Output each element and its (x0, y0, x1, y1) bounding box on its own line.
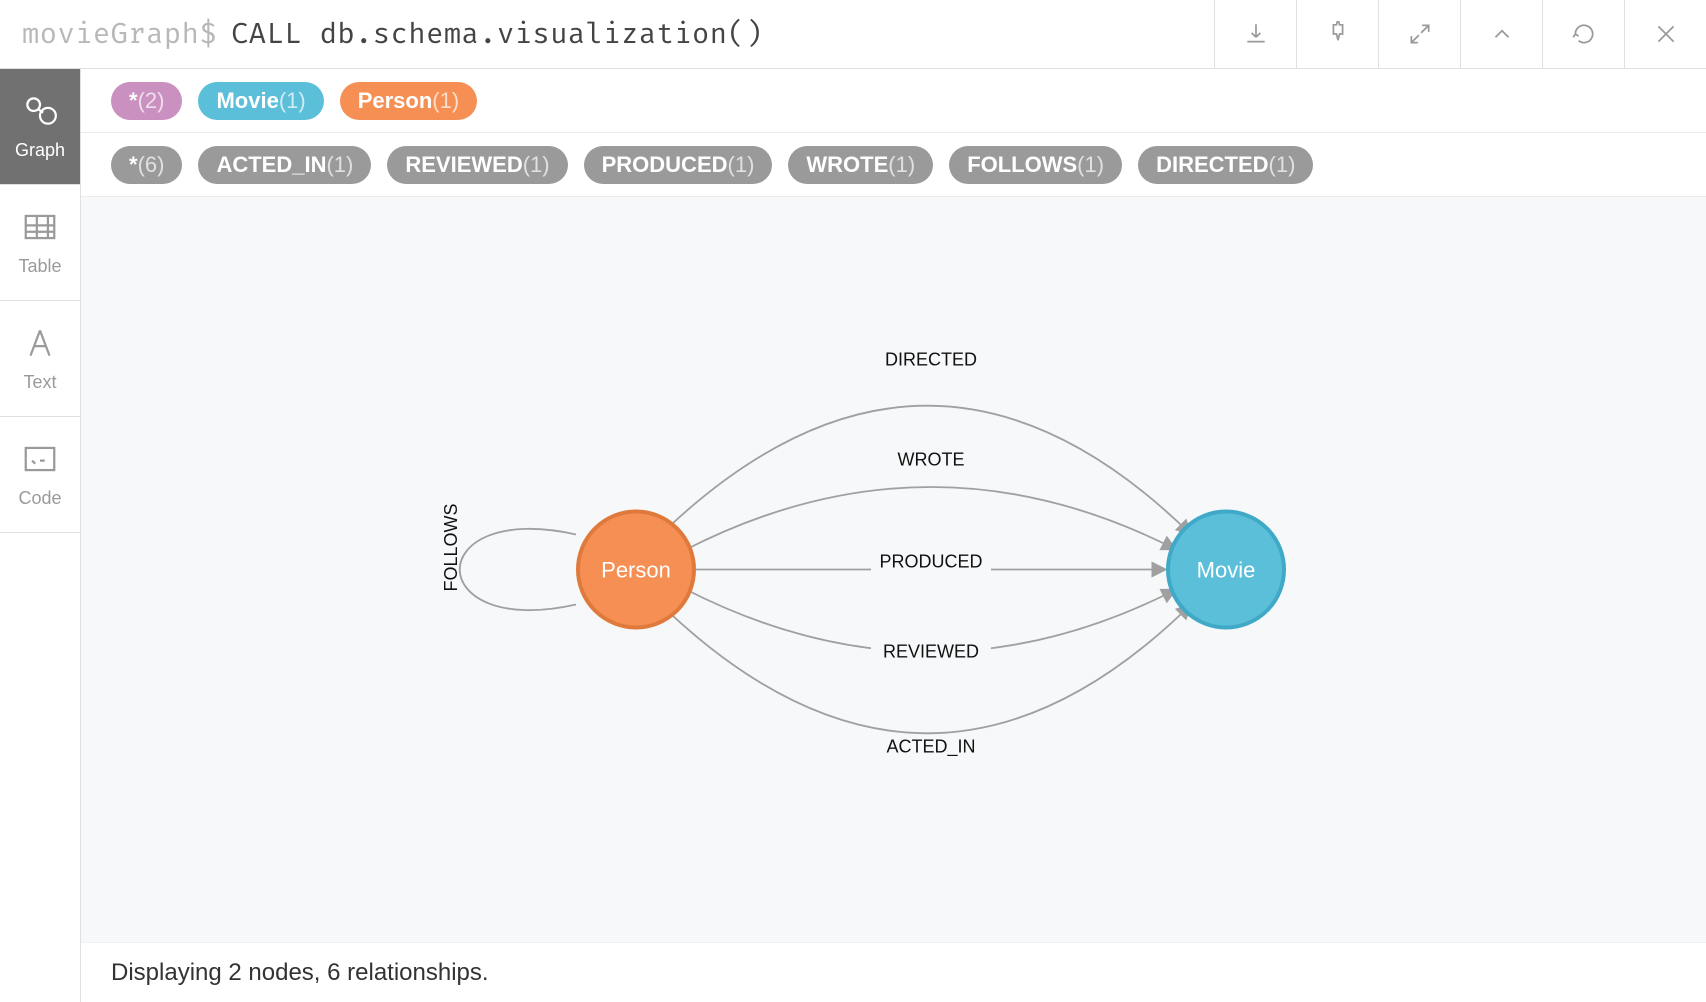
pin-button[interactable] (1296, 0, 1378, 68)
table-tab-label: Table (18, 256, 61, 277)
node-person-label: Person (601, 557, 671, 582)
edge-reviewed-label: REVIEWED (883, 642, 979, 662)
prompt-database: movieGraph (22, 17, 199, 52)
rerun-button[interactable] (1542, 0, 1624, 68)
chip-follows[interactable]: FOLLOWS(1) (949, 146, 1122, 184)
pin-icon (1325, 21, 1351, 47)
status-text: Displaying 2 nodes, 6 relationships. (111, 959, 489, 987)
edge-wrote[interactable] (686, 487, 1176, 550)
prompt-dollar: $ (199, 17, 217, 52)
collapse-button[interactable] (1460, 0, 1542, 68)
download-icon (1243, 21, 1269, 47)
prompt-query-text: CALL db.schema.visualization() (231, 17, 763, 52)
status-footer: Displaying 2 nodes, 6 relationships. (81, 942, 1706, 1002)
code-tab[interactable]: Code (0, 417, 80, 533)
edge-follows-label: FOLLOWS (441, 503, 461, 591)
edge-acted-in[interactable] (666, 605, 1191, 734)
edge-produced-label: PRODUCED (879, 552, 982, 572)
download-button[interactable] (1214, 0, 1296, 68)
code-tab-label: Code (18, 488, 61, 509)
close-icon (1653, 21, 1679, 47)
chip-all-rels[interactable]: *(6) (111, 146, 182, 184)
expand-icon (1407, 21, 1433, 47)
graph-canvas[interactable]: FOLLOWS DIRECTED WROTE PRODUCED REVIEWED (81, 197, 1706, 942)
edge-follows[interactable] (460, 529, 576, 610)
code-icon (21, 440, 59, 478)
graph-icon (21, 92, 59, 130)
rerun-icon (1571, 21, 1597, 47)
text-tab-label: Text (23, 372, 56, 393)
chip-person[interactable]: Person(1) (340, 82, 477, 120)
view-sidebar: Graph Table Text Code (0, 69, 81, 1002)
node-labels-row: *(2) Movie(1) Person(1) (81, 69, 1706, 133)
text-tab[interactable]: Text (0, 301, 80, 417)
chip-wrote[interactable]: WROTE(1) (788, 146, 933, 184)
graph-tab-label: Graph (15, 140, 65, 161)
node-movie-label: Movie (1197, 557, 1256, 582)
chip-reviewed[interactable]: REVIEWED(1) (387, 146, 567, 184)
chip-acted-in[interactable]: ACTED_IN(1) (198, 146, 371, 184)
expand-button[interactable] (1378, 0, 1460, 68)
query-header: movieGraph$ CALL db.schema.visualization… (0, 0, 1706, 69)
chip-all-labels[interactable]: *(2) (111, 82, 182, 120)
collapse-icon (1489, 21, 1515, 47)
rel-types-row: *(6) ACTED_IN(1) REVIEWED(1) PRODUCED(1)… (81, 133, 1706, 197)
edge-directed-label: DIRECTED (885, 350, 977, 370)
table-tab[interactable]: Table (0, 185, 80, 301)
query-prompt: movieGraph$ CALL db.schema.visualization… (0, 17, 1214, 52)
text-icon (21, 324, 59, 362)
close-button[interactable] (1624, 0, 1706, 68)
edge-wrote-label: WROTE (898, 450, 965, 470)
chip-produced[interactable]: PRODUCED(1) (584, 146, 773, 184)
edge-acted-in-label: ACTED_IN (886, 737, 975, 758)
chip-directed[interactable]: DIRECTED(1) (1138, 146, 1313, 184)
table-icon (21, 208, 59, 246)
top-actions (1214, 0, 1706, 68)
graph-tab[interactable]: Graph (0, 69, 80, 185)
chip-movie[interactable]: Movie(1) (198, 82, 323, 120)
